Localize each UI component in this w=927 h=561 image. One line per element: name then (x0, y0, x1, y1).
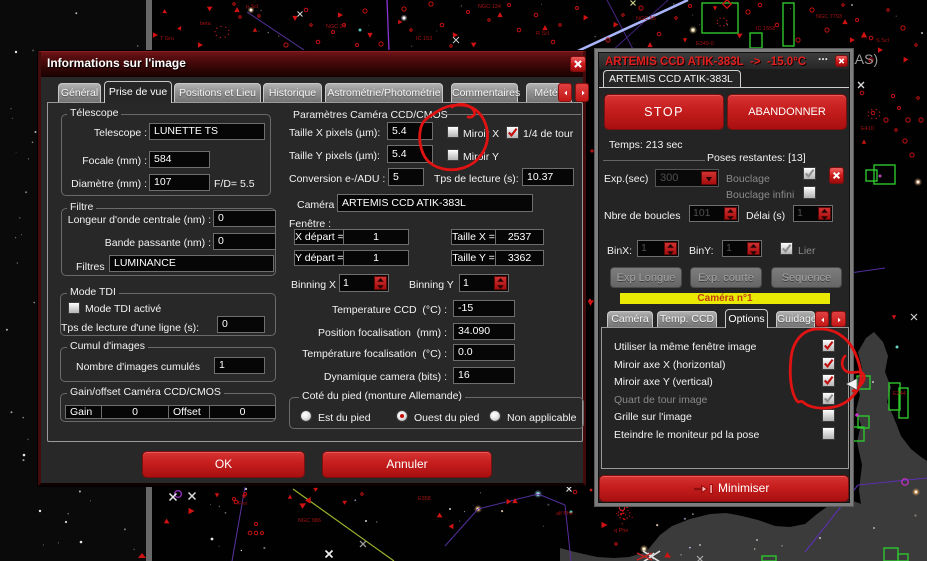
svg-text:E410: E410 (861, 126, 874, 132)
svg-text:NGC 986: NGC 986 (298, 518, 321, 524)
svg-text:T Gru: T Gru (160, 36, 174, 42)
svg-text:E244: E244 (893, 391, 906, 397)
svg-text:Fnx: Fnx (238, 501, 247, 507)
svg-text:alf Phe: alf Phe (556, 511, 573, 517)
svg-text:E349-0: E349-0 (696, 41, 714, 47)
svg-text:R Scl: R Scl (536, 31, 549, 37)
svg-text:q Phe: q Phe (614, 528, 628, 534)
svg-text:IC 153: IC 153 (416, 36, 432, 42)
svg-text:IC 1558: IC 1558 (756, 26, 775, 32)
svg-text:NGC 7793: NGC 7793 (816, 14, 842, 20)
svg-text:NGC 24: NGC 24 (326, 24, 346, 30)
svg-text:beta: beta (200, 21, 212, 27)
svg-text:S Scl: S Scl (876, 38, 889, 44)
svg-text:NGC 55: NGC 55 (636, 16, 656, 22)
svg-text:E358: E358 (418, 496, 431, 502)
svg-text:NGC 134: NGC 134 (478, 4, 501, 10)
svg-text:p Scl: p Scl (246, 4, 258, 10)
